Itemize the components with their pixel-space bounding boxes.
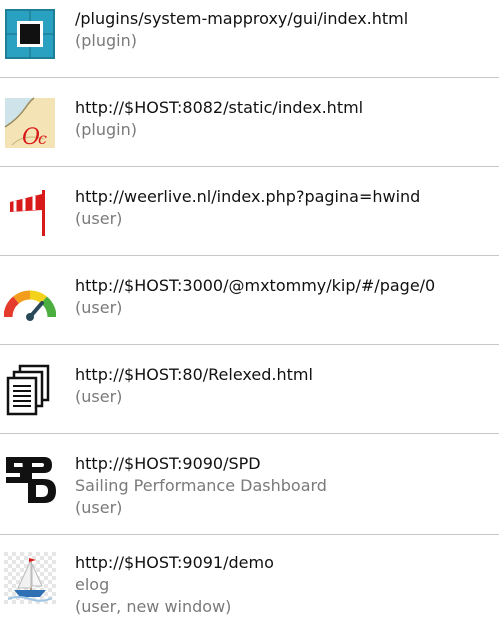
item-description: Sailing Performance Dashboard [75, 476, 327, 495]
spd-logo-icon [4, 453, 56, 505]
item-url: http://$HOST:8082/static/index.html [75, 98, 364, 117]
item-url: http://weerlive.nl/index.php?pagina=hwin… [75, 187, 421, 206]
gauge-icon [4, 275, 56, 327]
svg-text:c: c [38, 129, 47, 148]
item-type: (plugin) [75, 120, 137, 139]
list-item-weerlive[interactable]: http://weerlive.nl/index.php?pagina=hwin… [0, 167, 499, 256]
list-item-spd[interactable]: http://$HOST:9090/SPD Sailing Performanc… [0, 434, 499, 535]
item-url: http://$HOST:9090/SPD [75, 454, 261, 473]
item-url: http://$HOST:9091/demo [75, 553, 274, 572]
item-type: (plugin) [75, 31, 137, 50]
sailboat-icon [4, 552, 56, 604]
item-type: (user) [75, 209, 123, 228]
list-item-kip[interactable]: http://$HOST:3000/@mxtommy/kip/#/page/0 … [0, 256, 499, 345]
mapproxy-icon [4, 8, 56, 60]
addon-list: /plugins/system-mapproxy/gui/index.html … [0, 0, 499, 622]
opencpn-chart-icon: O c [4, 97, 56, 149]
list-item-relexed[interactable]: http://$HOST:80/Relexed.html (user) [0, 345, 499, 434]
list-item-mapproxy[interactable]: /plugins/system-mapproxy/gui/index.html … [0, 0, 499, 78]
item-description: elog [75, 575, 110, 594]
item-type: (user) [75, 387, 123, 406]
documents-icon [4, 364, 56, 416]
item-type: (user) [75, 298, 123, 317]
item-type: (user) [75, 498, 123, 517]
item-type: (user, new window) [75, 597, 232, 616]
item-url: /plugins/system-mapproxy/gui/index.html [75, 9, 409, 28]
list-item-opencpn[interactable]: O c http://$HOST:8082/static/index.html … [0, 78, 499, 167]
item-url: http://$HOST:3000/@mxtommy/kip/#/page/0 [75, 276, 436, 295]
item-url: http://$HOST:80/Relexed.html [75, 365, 313, 384]
list-item-elog[interactable]: http://$HOST:9091/demo elog (user, new w… [0, 535, 499, 622]
windsock-icon [4, 186, 56, 238]
